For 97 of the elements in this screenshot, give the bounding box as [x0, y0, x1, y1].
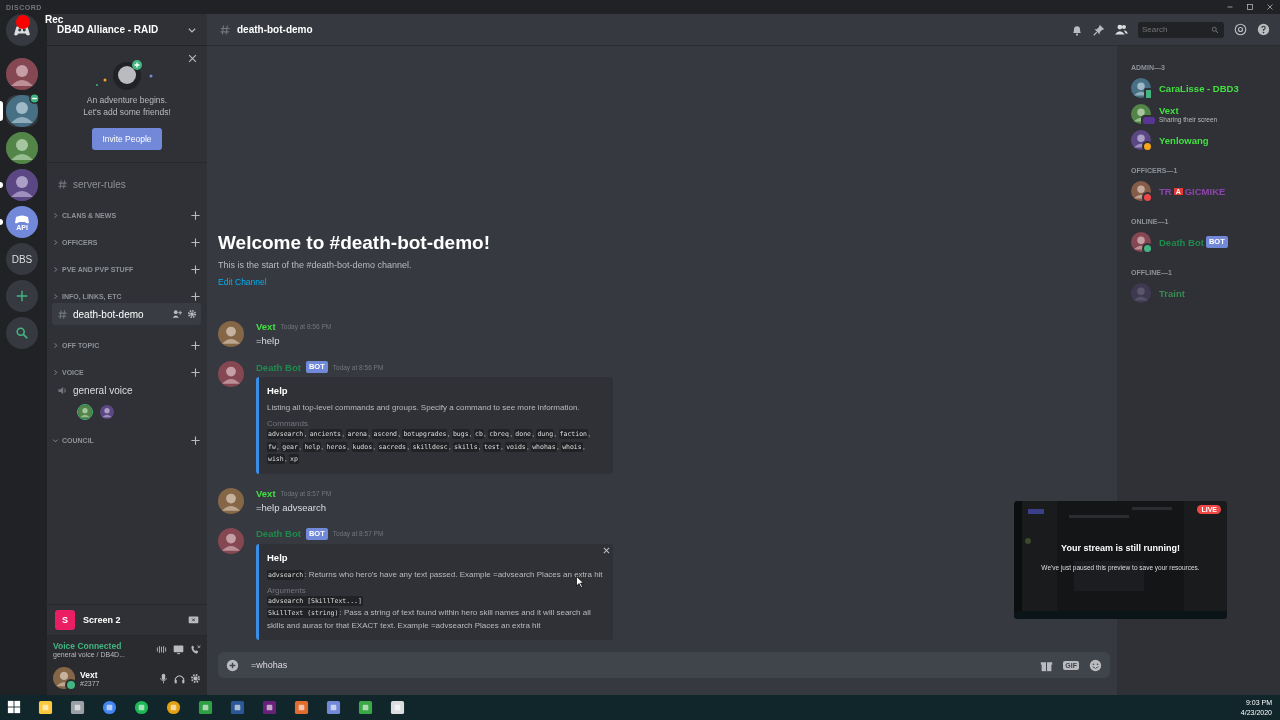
- window-icon[interactable]: [390, 700, 405, 715]
- user-avatar[interactable]: [99, 404, 115, 420]
- close-icon[interactable]: [603, 546, 610, 554]
- hash-icon: [57, 178, 68, 190]
- channel-name: death-bot-demo: [237, 24, 314, 35]
- user-avatar: [1131, 283, 1151, 303]
- stream-source-icon: S: [55, 610, 75, 630]
- server-icon[interactable]: [6, 169, 38, 201]
- record-indicator: [16, 15, 30, 29]
- username: Vext: [80, 669, 99, 680]
- plus-icon[interactable]: [190, 236, 201, 248]
- search-field[interactable]: Search: [1138, 21, 1224, 38]
- chevron-icon: [52, 436, 59, 444]
- chevron-icon: [52, 292, 59, 300]
- search-icon: [1211, 25, 1219, 34]
- mention-icon[interactable]: [1234, 23, 1247, 36]
- message-text: =help advsearch: [256, 501, 327, 513]
- unread-indicator: [0, 219, 3, 225]
- server-icon[interactable]: [6, 132, 38, 164]
- chevron-icon: [52, 211, 59, 219]
- bell-icon[interactable]: [1071, 23, 1083, 36]
- member-item[interactable]: CaraLisse - DBD3: [1131, 75, 1274, 101]
- search-icon: [15, 326, 29, 340]
- unread-indicator: [0, 182, 3, 188]
- user-avatar[interactable]: [218, 487, 244, 514]
- settings-icon[interactable]: [190, 672, 201, 684]
- member-item[interactable]: Traint: [1131, 280, 1274, 306]
- user-avatar[interactable]: [218, 321, 244, 347]
- channel-item[interactable]: death-bot-demo: [52, 303, 201, 325]
- voice-status: Voice Connected: [53, 641, 123, 651]
- message-text: =help: [256, 335, 281, 346]
- plus-icon: [15, 289, 29, 303]
- microphone-icon[interactable]: [158, 672, 169, 684]
- server-icon[interactable]: DBS: [6, 243, 38, 275]
- welcome-title: Welcome to #death-bot-demo!: [218, 232, 491, 254]
- user-avatar[interactable]: [218, 527, 244, 554]
- server-icon[interactable]: [6, 58, 38, 90]
- stop-stream-icon[interactable]: [188, 614, 199, 626]
- add-server-button[interactable]: [6, 280, 38, 312]
- status-badge-icon: [29, 93, 40, 104]
- banner-text: Let's add some friends!: [83, 106, 171, 118]
- app-icon[interactable]: [294, 700, 309, 715]
- plus-icon[interactable]: [190, 434, 201, 446]
- emoji-icon[interactable]: [1089, 658, 1102, 672]
- members-icon[interactable]: [1115, 23, 1128, 36]
- maximize-icon[interactable]: [1246, 3, 1254, 11]
- user-avatar[interactable]: [53, 667, 75, 689]
- chevron-icon: [52, 265, 59, 273]
- plus-icon[interactable]: [190, 290, 201, 302]
- invite-button[interactable]: Invite People: [92, 128, 162, 150]
- embed-title: Help: [267, 551, 289, 563]
- server-item[interactable]: DBS: [0, 243, 44, 275]
- channel-item[interactable]: server-rules: [52, 173, 201, 195]
- explore-button[interactable]: [6, 317, 38, 349]
- author-name[interactable]: Vext: [256, 321, 276, 332]
- stream-preview-title: Your stream is still running!: [1060, 543, 1181, 553]
- mouse-pointer-icon: [576, 576, 584, 588]
- welcome-subtitle: This is the start of the #death-bot-demo channel.: [218, 260, 413, 270]
- stream-source-label: Screen 2: [83, 615, 122, 625]
- settings-icon[interactable]: [187, 309, 197, 319]
- voice-channel-item[interactable]: general voice: [52, 379, 201, 401]
- chevron-icon: [52, 238, 59, 246]
- screen-share-icon[interactable]: [173, 644, 184, 655]
- user-avatar[interactable]: [218, 361, 244, 387]
- app-icon[interactable]: [230, 700, 245, 715]
- disconnect-icon[interactable]: [190, 644, 201, 655]
- author-name[interactable]: Death Bot: [256, 528, 301, 539]
- user-avatar[interactable]: [77, 404, 93, 420]
- author-name[interactable]: Death Bot: [256, 361, 301, 373]
- add-member-icon[interactable]: [172, 309, 182, 319]
- close-icon[interactable]: [1266, 3, 1274, 11]
- chevron-icon: [52, 341, 59, 349]
- server-icon[interactable]: [6, 95, 38, 127]
- plus-icon[interactable]: [190, 339, 201, 351]
- hash-icon: [219, 23, 231, 36]
- edit-channel-link[interactable]: Edit Channel: [218, 277, 267, 287]
- add-attachment-icon[interactable]: [226, 658, 239, 672]
- headphones-icon[interactable]: [174, 672, 185, 684]
- hash-icon: [57, 308, 68, 320]
- windows-start-icon[interactable]: [7, 700, 21, 714]
- banner-text: An adventure begins.: [86, 94, 168, 106]
- soundboard-icon[interactable]: [156, 644, 167, 655]
- record-label: Rec: [45, 13, 64, 25]
- selected-indicator: [0, 101, 3, 121]
- embed-title: Help: [267, 385, 289, 396]
- pin-icon[interactable]: [1093, 23, 1105, 36]
- member-item[interactable]: Yenlowang: [1131, 127, 1274, 153]
- plus-icon[interactable]: [190, 263, 201, 275]
- embed-text: Listing all top-level commands and groups. Specify a command to see more information.: [267, 402, 581, 414]
- chevron-icon: [52, 368, 59, 376]
- field-name: Arguments: [267, 585, 307, 595]
- author-name[interactable]: Vext: [256, 487, 276, 499]
- plus-icon[interactable]: [190, 366, 201, 378]
- close-icon[interactable]: [188, 54, 197, 63]
- message-input[interactable]: =whohas: [249, 659, 1031, 671]
- plus-icon[interactable]: [190, 209, 201, 221]
- help-icon[interactable]: [1257, 23, 1270, 36]
